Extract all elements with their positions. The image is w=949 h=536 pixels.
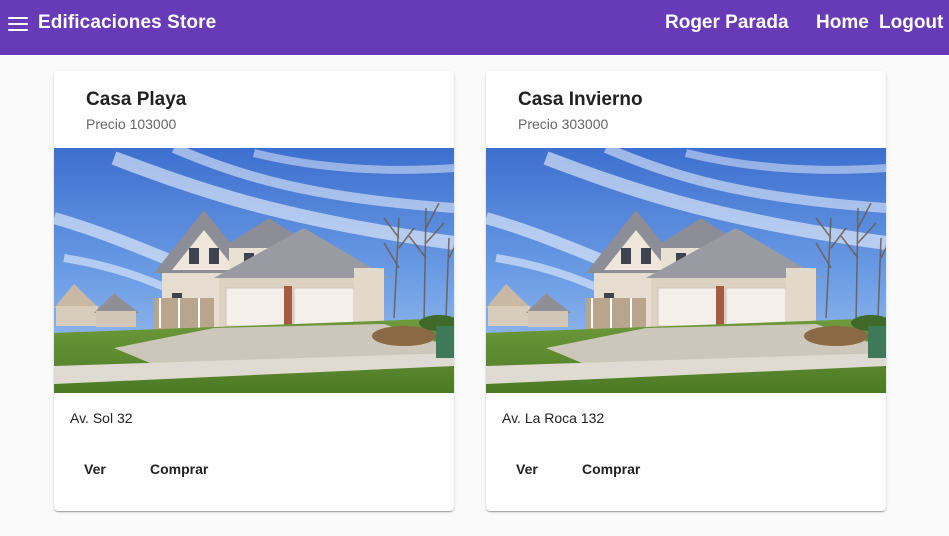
property-card: Casa Playa Precio 103000 Av. Sol 32 Ver …: [54, 71, 454, 511]
house-photo: [54, 148, 454, 393]
user-name: Roger Parada: [665, 12, 789, 33]
menu-icon-line: [8, 23, 28, 25]
view-button[interactable]: Ver: [70, 451, 120, 487]
buy-button[interactable]: Comprar: [136, 451, 222, 487]
top-toolbar: Edificaciones Store Roger Parada Home Lo…: [0, 0, 949, 55]
card-title: Casa Playa: [86, 89, 187, 110]
nav-logout-link[interactable]: Logout: [879, 12, 943, 34]
property-card: Casa Invierno Precio 303000 Av. La Roca …: [486, 71, 886, 511]
card-address: Av. Sol 32: [70, 410, 133, 426]
menu-icon[interactable]: [8, 16, 28, 32]
house-photo: [486, 148, 886, 393]
menu-icon-line: [8, 29, 28, 31]
menu-icon-line: [8, 17, 28, 19]
card-address: Av. La Roca 132: [502, 410, 605, 426]
brand-title: Edificaciones Store: [38, 12, 217, 33]
card-price: Precio 103000: [86, 116, 177, 132]
buy-button[interactable]: Comprar: [568, 451, 654, 487]
nav-home-link[interactable]: Home: [816, 12, 869, 34]
card-price: Precio 303000: [518, 116, 609, 132]
view-button[interactable]: Ver: [502, 451, 552, 487]
card-title: Casa Invierno: [518, 89, 643, 110]
